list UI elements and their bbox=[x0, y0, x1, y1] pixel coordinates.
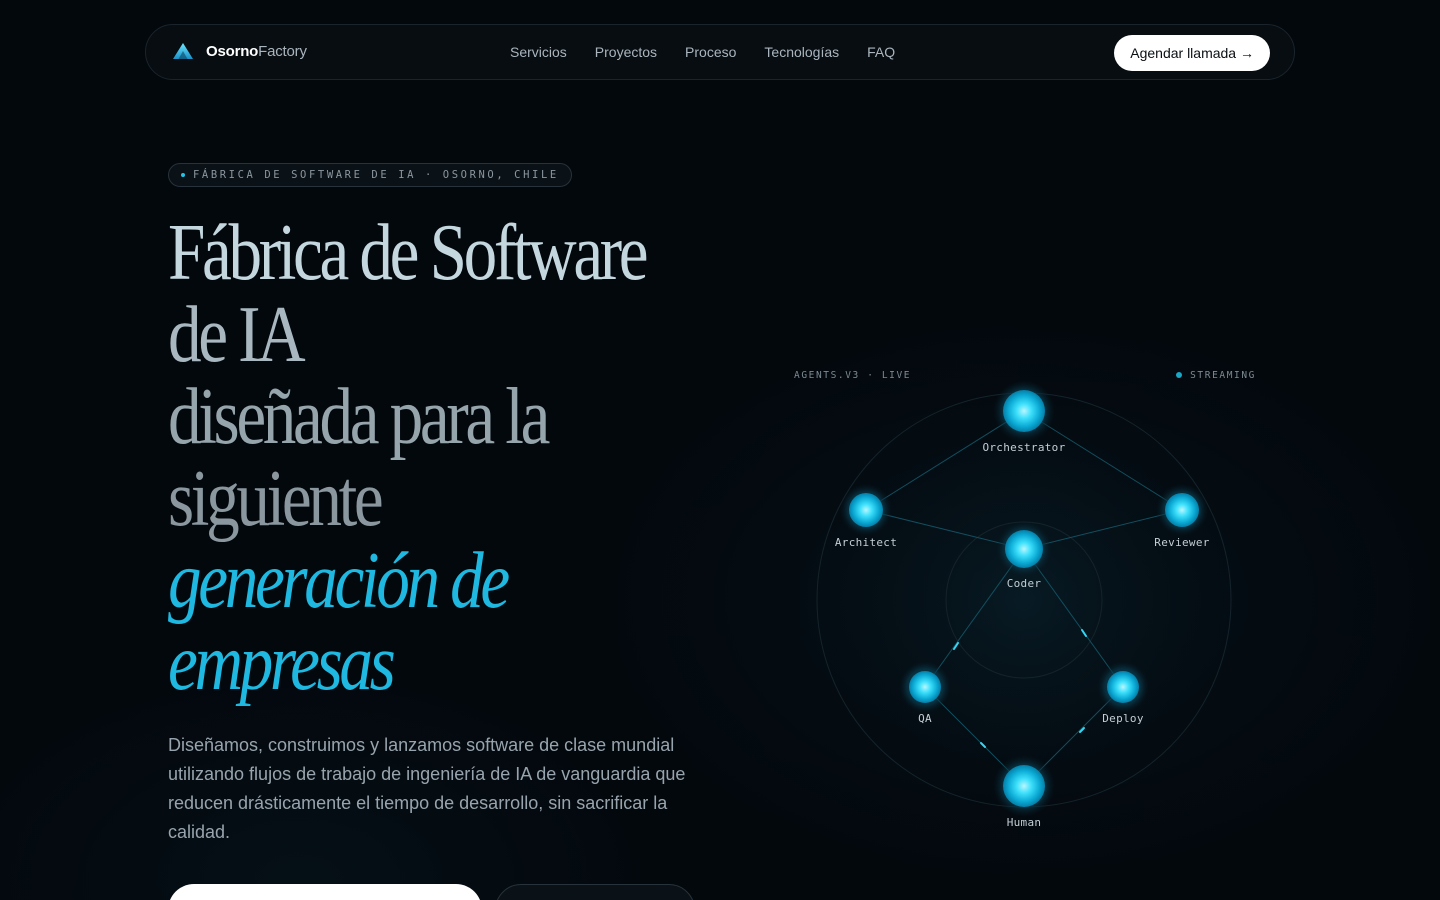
hero-primary-button[interactable] bbox=[168, 884, 482, 900]
hero-badge: FÁBRICA DE SOFTWARE DE IA · OSORNO, CHIL… bbox=[168, 163, 572, 187]
node-label-reviewer: Reviewer bbox=[1154, 536, 1210, 549]
nav-links: Servicios Proyectos Proceso Tecnologías … bbox=[510, 44, 923, 60]
node-qa[interactable] bbox=[899, 661, 951, 713]
hero-secondary-button[interactable] bbox=[495, 884, 695, 900]
hero-description: Diseñamos, construimos y lanzamos softwa… bbox=[168, 735, 686, 842]
agents-diagram: AGENTS.V3 · LIVE STREAMING Orchestrator … bbox=[780, 360, 1280, 840]
node-reviewer[interactable] bbox=[1156, 484, 1208, 536]
nav-link-proyectos[interactable]: Proyectos bbox=[595, 44, 657, 60]
nav-link-proceso[interactable]: Proceso bbox=[685, 44, 736, 60]
hero-headline: Fábrica de Software de IA diseñada para … bbox=[168, 212, 739, 704]
headline-line-2: de IA bbox=[168, 291, 306, 379]
node-label-qa: QA bbox=[918, 712, 932, 725]
agents-graph bbox=[804, 380, 1244, 820]
brand-logo[interactable]: OsornoFactory bbox=[172, 42, 307, 60]
headline-line-3: diseñada para la bbox=[168, 373, 550, 461]
headline-line-4: siguiente bbox=[168, 455, 384, 543]
node-label-coder: Coder bbox=[1006, 577, 1042, 590]
node-deploy[interactable] bbox=[1097, 661, 1149, 713]
headline-line-1: Fábrica de Software bbox=[168, 209, 649, 297]
node-human[interactable] bbox=[993, 755, 1055, 817]
badge-text: FÁBRICA DE SOFTWARE DE IA · OSORNO, CHIL… bbox=[193, 169, 559, 181]
node-architect[interactable] bbox=[840, 484, 892, 536]
node-orchestrator[interactable] bbox=[993, 380, 1055, 442]
headline-accent-2: empresas bbox=[168, 619, 396, 707]
badge-dot-icon bbox=[181, 173, 185, 177]
nav-link-faq[interactable]: FAQ bbox=[867, 44, 895, 60]
node-label-orchestrator: Orchestrator bbox=[982, 441, 1066, 454]
node-label-architect: Architect bbox=[834, 536, 898, 549]
node-label-deploy: Deploy bbox=[1102, 712, 1144, 725]
headline-accent-1: generación de bbox=[168, 537, 510, 625]
nav-link-tecnologias[interactable]: Tecnologías bbox=[764, 44, 839, 60]
triangle-logo-icon bbox=[173, 43, 193, 59]
node-coder[interactable] bbox=[996, 521, 1052, 577]
brand-name: OsornoFactory bbox=[206, 42, 307, 60]
nav-link-servicios[interactable]: Servicios bbox=[510, 44, 567, 60]
node-label-human: Human bbox=[1006, 816, 1042, 829]
schedule-call-button[interactable]: Agendar llamada → bbox=[1114, 35, 1270, 71]
navbar: OsornoFactory Servicios Proyectos Proces… bbox=[145, 24, 1295, 80]
